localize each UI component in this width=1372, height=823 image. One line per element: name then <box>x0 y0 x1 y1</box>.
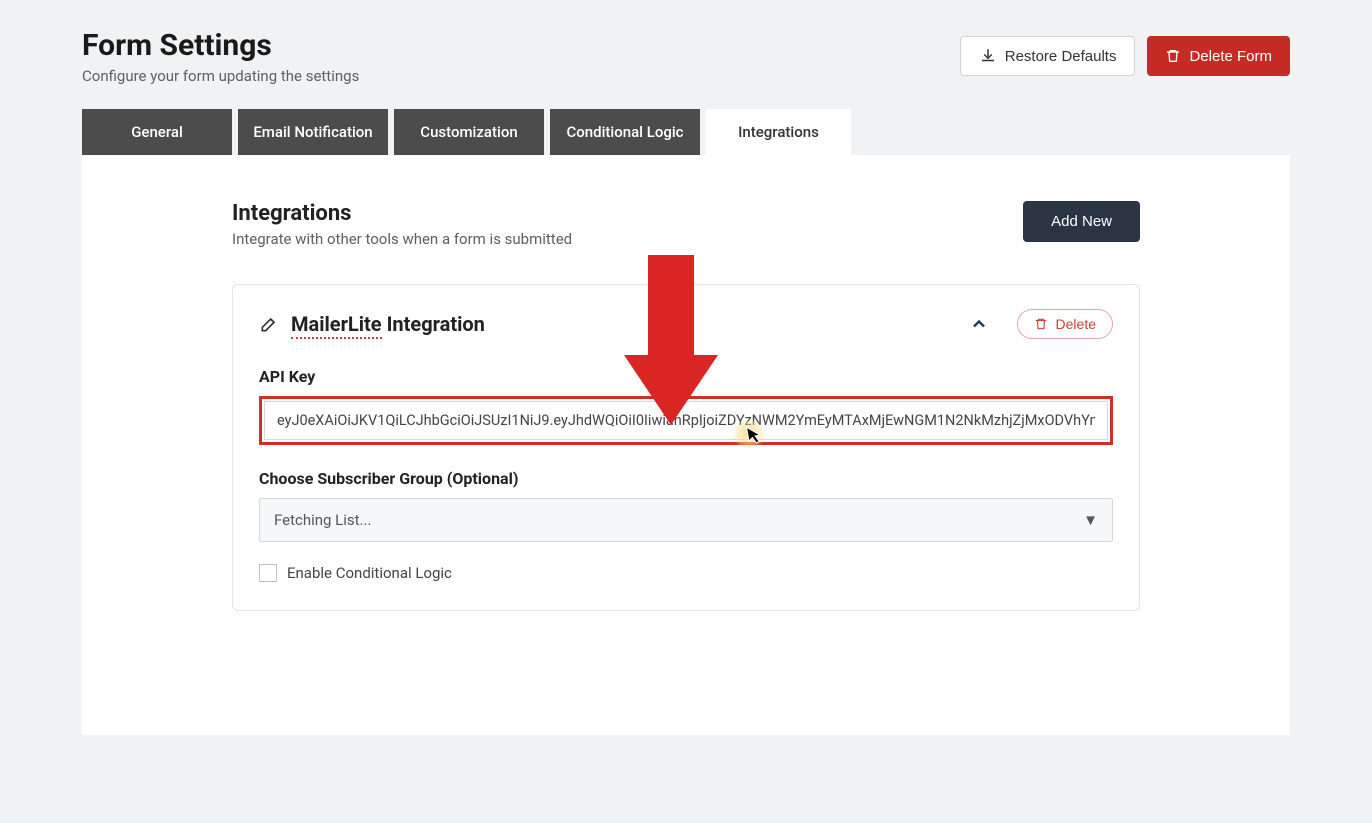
trash-icon <box>1165 48 1181 64</box>
tab-email-notification[interactable]: Email Notification <box>238 109 388 155</box>
section-title: Integrations <box>232 201 572 226</box>
chevron-up-icon <box>969 314 989 334</box>
delete-form-label: Delete Form <box>1189 48 1272 65</box>
delete-integration-button[interactable]: Delete <box>1017 309 1113 339</box>
restore-icon <box>979 47 997 65</box>
subscriber-group-value: Fetching List... <box>274 511 371 529</box>
page-title: Form Settings <box>82 28 359 63</box>
tabs: General Email Notification Customization… <box>82 109 1290 155</box>
tab-general[interactable]: General <box>82 109 232 155</box>
subscriber-group-label: Choose Subscriber Group (Optional) <box>259 469 1113 488</box>
integration-name[interactable]: MailerLite Integration <box>259 312 485 336</box>
delete-integration-label: Delete <box>1056 316 1096 332</box>
conditional-logic-checkbox[interactable] <box>259 564 277 582</box>
restore-defaults-button[interactable]: Restore Defaults <box>960 36 1136 76</box>
integration-title-suffix: Integration <box>382 312 485 336</box>
edit-icon[interactable] <box>259 314 279 334</box>
page-subtitle: Configure your form updating the setting… <box>82 67 359 85</box>
subscriber-group-select[interactable]: Fetching List... ▼ <box>259 498 1113 542</box>
tab-conditional-logic[interactable]: Conditional Logic <box>550 109 700 155</box>
dropdown-icon: ▼ <box>1083 511 1098 529</box>
conditional-logic-label: Enable Conditional Logic <box>287 564 452 582</box>
cursor-icon <box>745 424 764 446</box>
collapse-toggle[interactable] <box>969 314 989 334</box>
integration-service-name: MailerLite <box>291 312 382 339</box>
section-subtitle: Integrate with other tools when a form i… <box>232 230 572 248</box>
add-new-button[interactable]: Add New <box>1023 201 1140 242</box>
tab-customization[interactable]: Customization <box>394 109 544 155</box>
annotation-arrow <box>648 255 718 425</box>
trash-icon <box>1034 317 1048 331</box>
tab-integrations[interactable]: Integrations <box>706 109 851 155</box>
delete-form-button[interactable]: Delete Form <box>1147 36 1290 76</box>
restore-label: Restore Defaults <box>1005 48 1117 65</box>
